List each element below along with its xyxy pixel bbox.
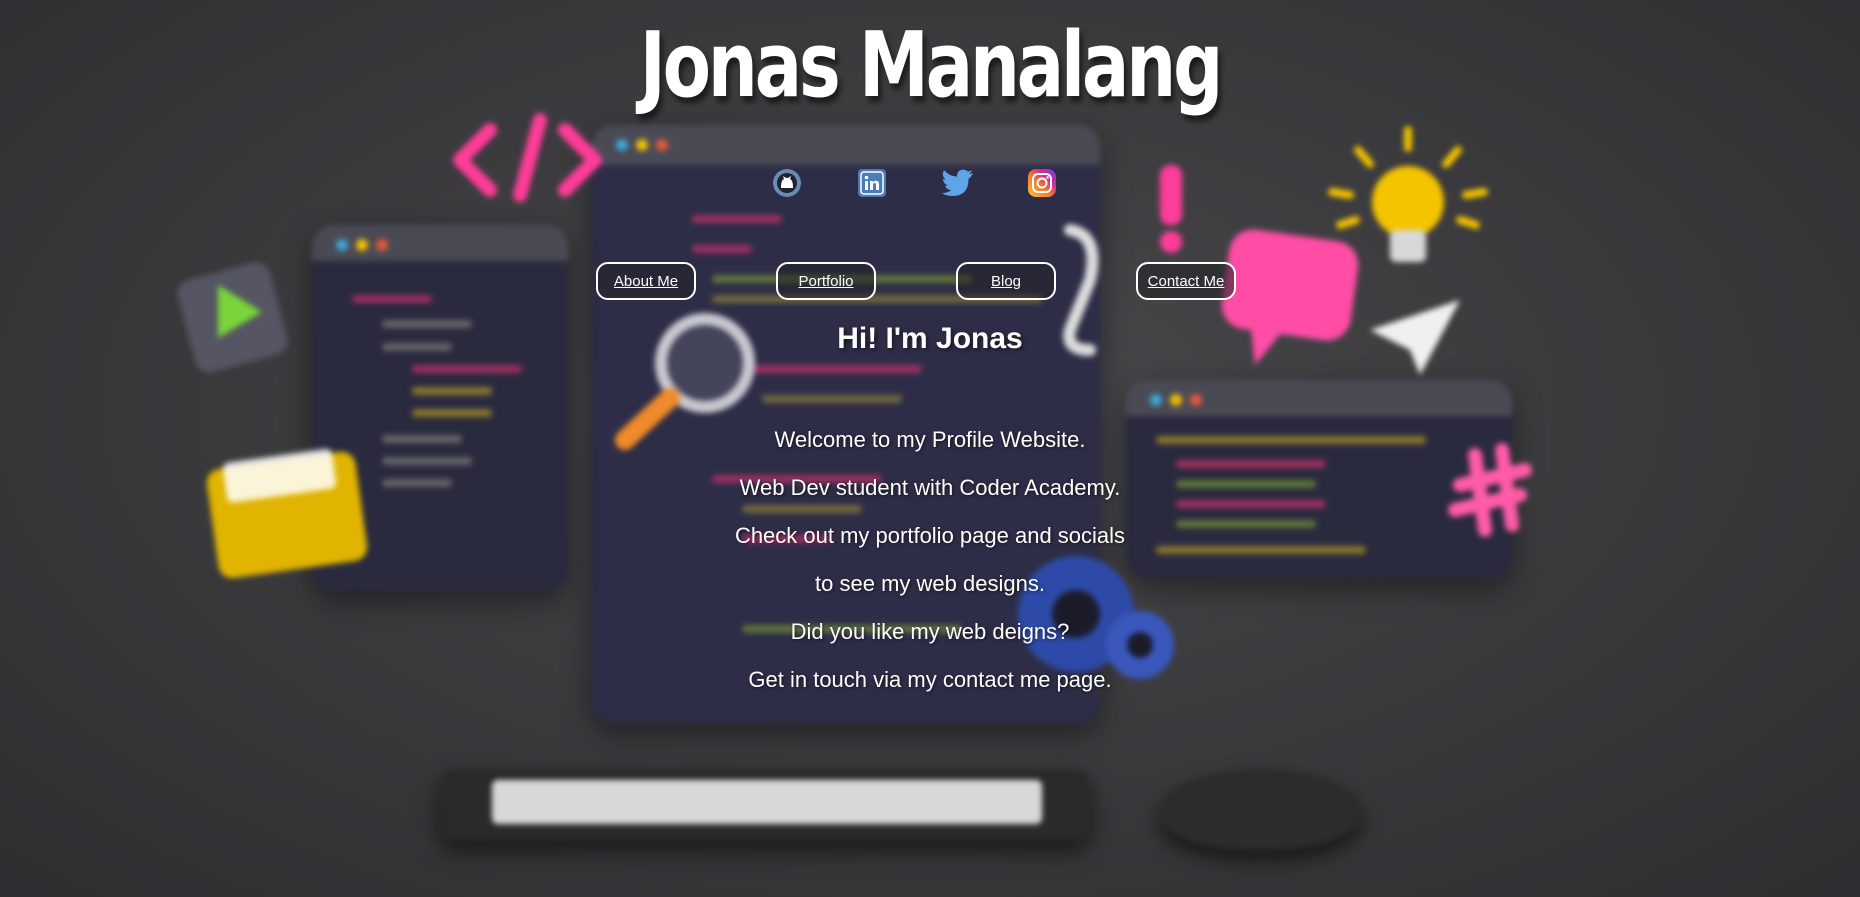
greeting-heading: Hi! I'm Jonas [837,322,1023,355]
nav-blog-button[interactable]: Blog [956,262,1056,300]
intro-line: to see my web designs. [815,571,1045,596]
intro-line: Welcome to my Profile Website. [774,427,1086,452]
intro-line: Check out my portfolio page and socials [734,523,1126,548]
intro-line: Get in touch via my contact me page. [748,667,1112,692]
github-link[interactable] [772,168,802,198]
instagram-icon [1028,169,1056,197]
intro-line: Did you like my web deigns? [790,619,1070,644]
twitter-icon [941,169,973,196]
nav-portfolio-button[interactable]: Portfolio [776,262,876,300]
linkedin-link[interactable] [857,168,887,198]
mouse-illustration [1160,770,1360,850]
nav-contact-me-button[interactable]: Contact Me [1136,262,1236,300]
twitter-link[interactable] [941,168,975,198]
intro-line: Web Dev student with Coder Academy. [739,475,1121,500]
main-navigation: About Me Portfolio Blog Contact Me [0,262,1860,300]
intro-text: Welcome to my Profile Website. Web Dev s… [0,425,1860,713]
social-links [0,168,1860,202]
github-icon [773,169,801,197]
keyboard-illustration [440,770,1090,840]
instagram-link[interactable] [1027,168,1057,198]
linkedin-icon [858,169,886,197]
nav-about-me-button[interactable]: About Me [596,262,696,300]
site-title: Jonas Manalang [639,13,1224,118]
